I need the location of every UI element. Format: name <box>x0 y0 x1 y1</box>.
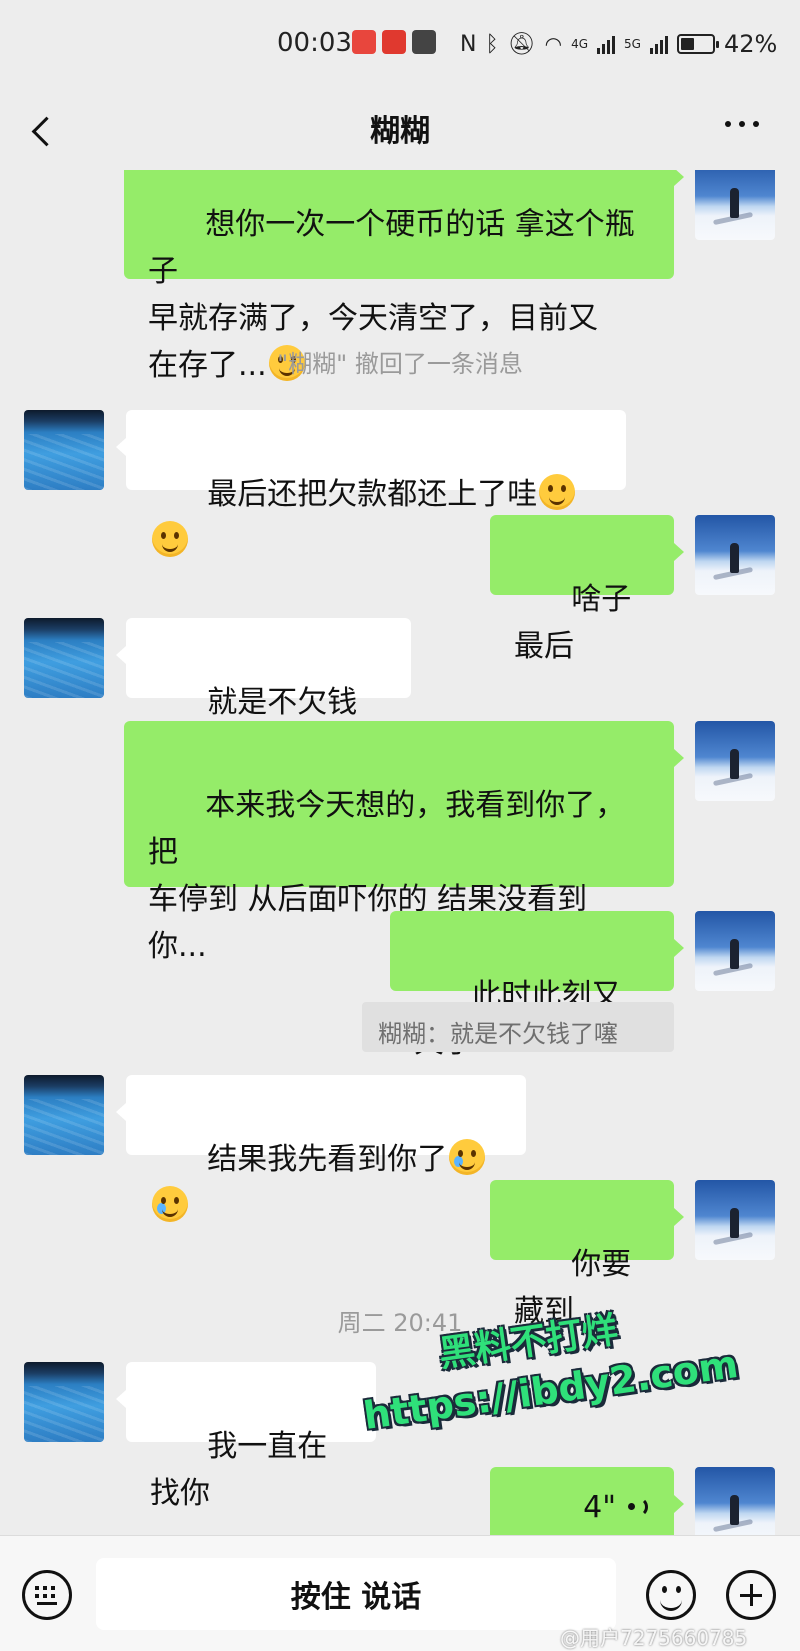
message-text: 最后还把欠款都还上了哇 <box>207 477 538 512</box>
message-bubble-outgoing[interactable]: 想你一次一个硬币的话 拿这个瓶子 早就存满了，今天清空了，目前又 在存了... <box>124 170 684 383</box>
my-avatar[interactable] <box>695 1467 775 1535</box>
laugh-cry-emoji-icon <box>449 1139 486 1175</box>
wifi-icon: ◠ <box>544 32 563 56</box>
nfc-icon: N <box>460 31 477 57</box>
hold-to-talk-button[interactable]: 按住 说话 <box>96 1558 616 1630</box>
message-bubble-outgoing[interactable]: 本来我今天想的，我看到你了，把 车停到 从后面吓你的 结果没看到 你... <box>124 721 684 964</box>
contact-avatar[interactable] <box>24 410 104 490</box>
status-bar: 00:03 N ᛒ 🔕︎ ◠ 4G 5G 42% <box>0 0 800 95</box>
network-4g-label: 4G <box>571 37 588 51</box>
voice-message-bubble[interactable]: 4" <box>490 1467 684 1535</box>
smile-emoji-icon <box>539 474 576 510</box>
voice-wave-icon <box>628 1493 650 1521</box>
contact-avatar[interactable] <box>24 1075 104 1155</box>
message-bubble-incoming[interactable]: 我一直在找你 <box>116 1362 376 1511</box>
app-notification-icon <box>352 30 376 54</box>
signal-5g-icon <box>649 34 668 54</box>
message-bubble-incoming[interactable]: 就是不欠钱了噻 <box>116 618 411 767</box>
message-text: 结果我先看到你了 <box>207 1142 448 1177</box>
my-avatar[interactable] <box>695 911 775 991</box>
more-options-button[interactable] <box>720 115 764 133</box>
status-time: 00:03 <box>277 28 352 58</box>
battery-fill <box>680 38 694 50</box>
battery-icon <box>676 34 719 54</box>
contact-avatar[interactable] <box>24 618 104 698</box>
status-right-group: N ᛒ 🔕︎ ◠ 4G 5G 42% <box>460 30 777 58</box>
timestamp-divider: 周二 20:41 <box>337 1309 463 1337</box>
message-text: 我一直在找你 <box>150 1429 328 1511</box>
mute-icon: 🔕︎ <box>507 31 536 57</box>
message-notification-icon <box>412 30 436 54</box>
my-avatar[interactable] <box>695 170 775 240</box>
message-bubble-outgoing[interactable]: 啥子最后 <box>490 515 684 664</box>
my-avatar[interactable] <box>695 721 775 801</box>
bluetooth-icon: ᛒ <box>485 31 499 57</box>
network-5g-label: 5G <box>624 37 641 51</box>
voice-duration: 4" <box>583 1489 616 1525</box>
chat-title: 糊糊 <box>370 114 430 149</box>
my-avatar[interactable] <box>695 515 775 595</box>
message-bubble-incoming[interactable]: 结果我先看到你了 <box>116 1075 526 1222</box>
contact-avatar[interactable] <box>24 1362 104 1442</box>
chat-message-list[interactable]: 想你一次一个硬币的话 拿这个瓶子 早就存满了，今天清空了，目前又 在存了... … <box>0 170 800 1535</box>
keyboard-toggle-icon[interactable] <box>22 1570 72 1620</box>
message-bubble-outgoing[interactable]: 此时此刻又欠了 <box>390 911 684 1060</box>
red-packet-icon <box>382 30 406 54</box>
message-bubble-outgoing[interactable]: 你要藏到 <box>490 1180 684 1329</box>
my-avatar[interactable] <box>695 1180 775 1260</box>
message-text: 啥子最后 <box>514 582 632 664</box>
quoted-message[interactable]: 糊糊：就是不欠钱了噻 <box>362 1002 674 1052</box>
laugh-cry-emoji-icon <box>152 1186 188 1222</box>
signal-4g-icon <box>597 34 615 54</box>
smile-emoji-icon <box>152 521 188 557</box>
emoji-picker-icon[interactable] <box>646 1570 696 1620</box>
message-bubble-incoming[interactable]: 最后还把欠款都还上了哇 <box>116 410 626 557</box>
recall-notice: "糊糊" 撤回了一条消息 <box>277 350 523 378</box>
user-watermark: @用户7275660785 <box>560 1626 748 1650</box>
battery-percent: 42% <box>723 30 778 58</box>
chat-screen: 00:03 N ᛒ 🔕︎ ◠ 4G 5G 42% 糊糊 想你一次一个硬币的话 拿… <box>0 0 800 1651</box>
more-actions-plus-icon[interactable] <box>726 1570 776 1620</box>
